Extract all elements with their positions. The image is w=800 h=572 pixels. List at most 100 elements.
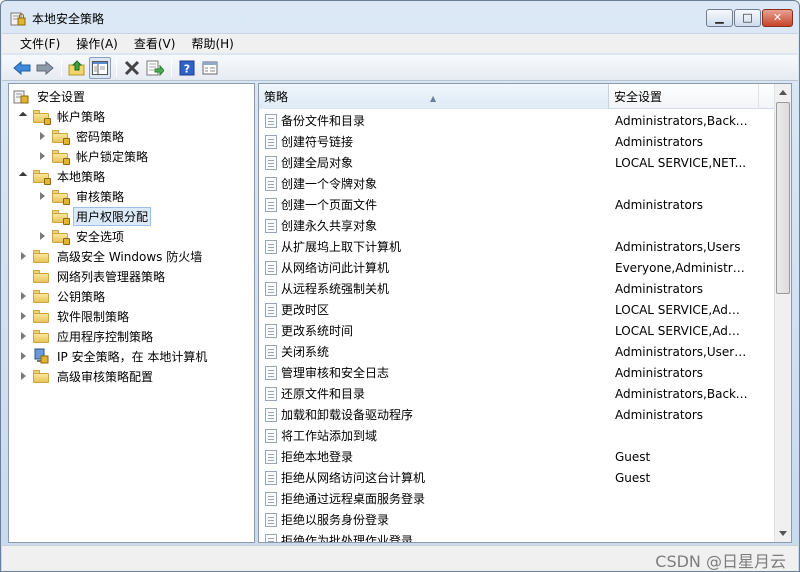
menu-view[interactable]: 查看(V) [126,35,184,53]
tree-item-audit-policy[interactable]: 审核策略 [38,186,127,206]
menu-action[interactable]: 操作(A) [68,35,126,53]
expand-arrow-icon[interactable] [38,131,48,141]
expand-arrow-icon[interactable] [19,331,29,341]
table-row[interactable]: 从网络访问此计算机 Everyone,Administrat... [259,257,775,278]
column-header-security-setting[interactable]: 安全设置 [609,84,759,109]
table-row[interactable]: 更改系统时间 LOCAL SERVICE,Admi... [259,320,775,341]
table-row[interactable]: 创建一个令牌对象 [259,173,775,194]
folder-icon [33,369,49,383]
tree-item-windows-firewall[interactable]: 高级安全 Windows 防火墙 [19,246,205,266]
properties-button[interactable] [199,57,221,79]
menu-file[interactable]: 文件(F) [12,35,68,53]
policy-item-icon [265,386,277,401]
maximize-button[interactable]: □ [734,9,761,27]
policy-name: 拒绝作为批处理作业登录 [281,534,414,543]
tree-item-ip-security[interactable]: IP 安全策略，在 本地计算机 [19,346,210,366]
policy-item-icon [265,197,277,212]
tree-item-account-policies[interactable]: 帐户策略 [19,106,108,126]
table-row[interactable]: 从扩展坞上取下计算机 Administrators,Users [259,236,775,257]
vertical-scrollbar[interactable] [774,84,791,542]
table-row[interactable]: 加载和卸载设备驱动程序 Administrators [259,404,775,425]
expand-arrow-icon[interactable] [38,191,48,201]
table-row[interactable]: 拒绝从网络访问这台计算机 Guest [259,467,775,488]
security-settings-icon [13,90,29,104]
title-bar[interactable]: 本地安全策略 ▁ □ ✕ [1,1,799,33]
export-list-button[interactable] [144,57,166,79]
tree-item-password-policy[interactable]: 密码策略 [38,126,127,146]
policy-item-icon [265,344,277,359]
expand-arrow-icon[interactable] [19,251,29,261]
policy-name: 关闭系统 [281,345,330,359]
expand-arrow-icon[interactable] [19,371,29,381]
tree-item-security-settings[interactable]: 安全设置 [13,86,88,106]
collapse-arrow-icon[interactable] [19,111,29,121]
security-setting-value: Administrators [615,407,704,422]
table-row[interactable]: 创建符号链接 Administrators [259,131,775,152]
policy-item-icon [265,176,277,191]
back-button[interactable] [11,57,33,79]
tree-item-public-key-policies[interactable]: 公钥策略 [19,286,108,306]
expand-arrow-icon[interactable] [19,291,29,301]
table-row[interactable]: 拒绝本地登录 Guest [259,446,775,467]
table-row[interactable]: 拒绝通过远程桌面服务登录 [259,488,775,509]
window-title: 本地安全策略 [32,12,105,26]
tree-item-account-lockout-policy[interactable]: 帐户锁定策略 [38,146,151,166]
expand-arrow-icon[interactable] [19,311,29,321]
help-button[interactable]: ? [176,57,198,79]
security-setting-value: Administrators,Backu... [615,113,751,128]
table-row[interactable]: 创建一个页面文件 Administrators [259,194,775,215]
folder-lock-icon [52,209,70,225]
expand-arrow-icon[interactable] [38,151,48,161]
table-row[interactable]: 拒绝以服务身份登录 [259,509,775,530]
toolbar-separator [61,58,62,77]
close-button[interactable]: ✕ [762,9,793,27]
security-setting-value: LOCAL SERVICE,NET... [615,155,747,170]
up-one-level-button[interactable] [66,57,88,79]
security-setting-value: Administrators [615,365,704,380]
scroll-down-icon[interactable] [775,525,791,542]
table-row[interactable]: 还原文件和目录 Administrators,Backu... [259,383,775,404]
tree-item-app-control[interactable]: 应用程序控制策略 [19,326,156,346]
show-hide-tree-button[interactable] [89,56,111,79]
folder-icon [33,329,49,343]
policy-name: 从远程系统强制关机 [281,282,390,296]
expand-arrow-icon[interactable] [19,351,29,361]
maximize-icon: □ [742,11,753,24]
security-setting-value: Administrators [615,134,704,149]
scroll-up-icon[interactable] [775,84,791,101]
show-hide-tree-icon [92,60,108,75]
tree-item-security-options[interactable]: 安全选项 [38,226,127,246]
forward-button[interactable] [34,57,56,79]
collapse-arrow-icon[interactable] [19,171,29,181]
security-setting-value: Everyone,Administrat... [615,260,751,275]
table-row[interactable]: 从远程系统强制关机 Administrators [259,278,775,299]
table-row[interactable]: 备份文件和目录 Administrators,Backu... [259,110,775,131]
menu-help[interactable]: 帮助(H) [183,35,241,53]
tree-item-local-policies[interactable]: 本地策略 [19,166,108,186]
policy-item-icon [265,365,277,380]
minimize-button[interactable]: ▁ [706,9,733,27]
ip-security-icon [34,348,49,364]
table-row[interactable]: 创建全局对象 LOCAL SERVICE,NET... [259,152,775,173]
tree-item-advanced-audit[interactable]: 高级审核策略配置 [19,366,156,386]
watermark-text: CSDN @日星月云 [655,552,786,571]
expand-arrow-icon[interactable] [38,231,48,241]
policy-name: 创建一个页面文件 [281,198,378,212]
close-icon: ✕ [772,11,783,24]
tree-item-user-rights-assignment[interactable]: 用户权限分配 [38,206,152,226]
tree-item-network-list-manager[interactable]: 网络列表管理器策略 [19,266,168,286]
column-header-policy[interactable]: 策略 ▲ [259,84,609,109]
table-row[interactable]: 关闭系统 Administrators,Users,... [259,341,775,362]
table-row[interactable]: 将工作站添加到域 [259,425,775,446]
table-row[interactable]: 拒绝作为批处理作业登录 [259,530,775,543]
policy-name: 还原文件和目录 [281,387,366,401]
policy-name: 创建全局对象 [281,156,354,170]
tree-item-software-restriction[interactable]: 软件限制策略 [19,306,132,326]
table-row[interactable]: 管理审核和安全日志 Administrators [259,362,775,383]
table-row[interactable]: 更改时区 LOCAL SERVICE,Admi... [259,299,775,320]
table-row[interactable]: 创建永久共享对象 [259,215,775,236]
policy-item-icon [265,260,277,275]
scroll-thumb[interactable] [776,102,790,294]
delete-button[interactable] [121,57,143,79]
toolbar-separator [116,58,117,77]
